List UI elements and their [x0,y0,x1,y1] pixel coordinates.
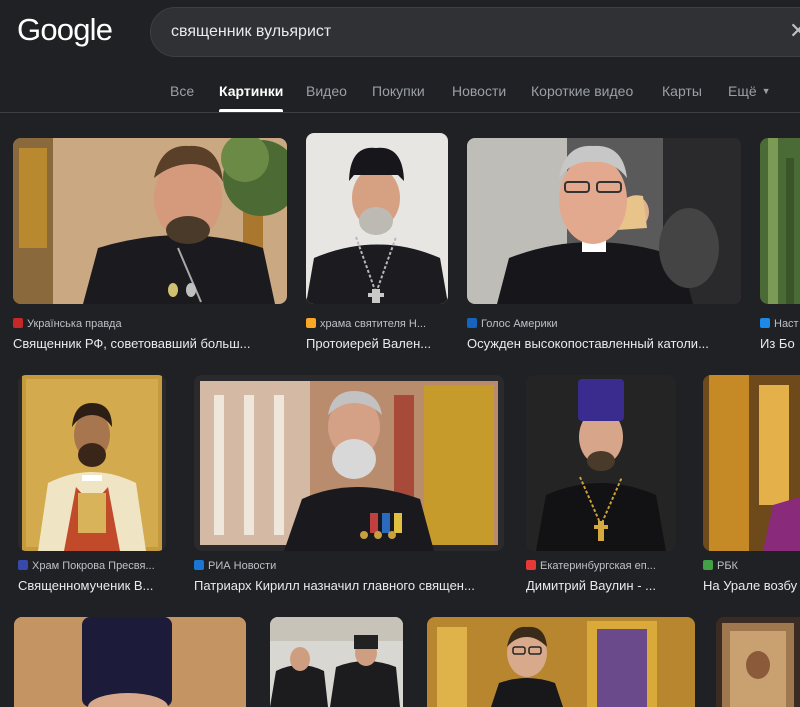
result-source: Екатеринбургская еп... [526,560,676,572]
result-source-name: Наст [774,318,799,330]
result-thumbnail[interactable] [13,138,287,304]
result-source-name: Храм Покрова Пресвя... [32,560,155,572]
tab-more[interactable]: Ещё ▼ [728,83,771,99]
tab-more-label: Ещё [728,83,757,99]
favicon-icon [194,560,204,570]
result-source-name: Екатеринбургская еп... [540,560,656,572]
tab-all[interactable]: Все [170,83,194,99]
result-thumbnail[interactable] [703,375,800,551]
tab-video[interactable]: Видео [306,83,347,99]
tab-news[interactable]: Новости [452,83,506,99]
tab-maps[interactable]: Карты [662,83,702,99]
search-bar[interactable]: ✕ [150,7,800,57]
result-title[interactable]: Осужден высокопоставленный католи... [467,336,733,351]
favicon-icon [306,318,316,328]
result-thumbnail[interactable] [306,133,448,304]
result-source: храма святителя Н... [306,318,448,330]
result-thumbnail[interactable] [270,617,403,707]
favicon-icon [18,560,28,570]
result-source-name: РИА Новости [208,560,277,572]
result-source: РБК [703,560,800,572]
result-thumbnail[interactable] [14,617,246,707]
search-tabs: Все Картинки Видео Покупки Новости Корот… [0,70,800,113]
chevron-down-icon: ▼ [761,86,771,96]
google-logo[interactable]: Google [17,12,113,48]
result-source: Голос Америки [467,318,741,330]
search-input[interactable] [171,20,771,44]
favicon-icon [13,318,23,328]
result-source: РИА Новости [194,560,504,572]
result-thumbnail[interactable] [18,375,166,551]
result-title[interactable]: Из Бо [760,336,800,351]
result-source: Наст [760,318,800,330]
tab-short-videos[interactable]: Короткие видео [531,83,633,99]
result-title[interactable]: На Урале возбу [703,578,800,593]
result-thumbnail[interactable] [194,375,504,551]
result-thumbnail[interactable] [716,617,800,707]
result-thumbnail[interactable] [526,375,676,551]
result-source: Українська правда [13,318,287,330]
favicon-icon [467,318,477,328]
result-title[interactable]: Патриарх Кирилл назначил главного священ… [194,578,496,593]
result-title[interactable]: Протоиерей Вален... [306,336,448,351]
result-title[interactable]: Димитрий Ваулин - ... [526,578,676,593]
active-tab-indicator [219,109,283,112]
result-thumbnail[interactable] [760,138,800,304]
result-thumbnail[interactable] [467,138,741,304]
favicon-icon [760,318,770,328]
tab-images[interactable]: Картинки [219,83,283,99]
favicon-icon [703,560,713,570]
result-source-name: Українська правда [27,318,122,330]
result-source: Храм Покрова Пресвя... [18,560,166,572]
favicon-icon [526,560,536,570]
result-source-name: РБК [717,560,738,572]
result-title[interactable]: Священномученик В... [18,578,166,593]
close-icon[interactable]: ✕ [789,19,800,43]
result-thumbnail[interactable] [427,617,695,707]
tab-shopping[interactable]: Покупки [372,83,425,99]
result-source-name: храма святителя Н... [320,318,427,330]
result-title[interactable]: Священник РФ, советовавший больш... [13,336,275,351]
result-source-name: Голос Америки [481,318,558,330]
